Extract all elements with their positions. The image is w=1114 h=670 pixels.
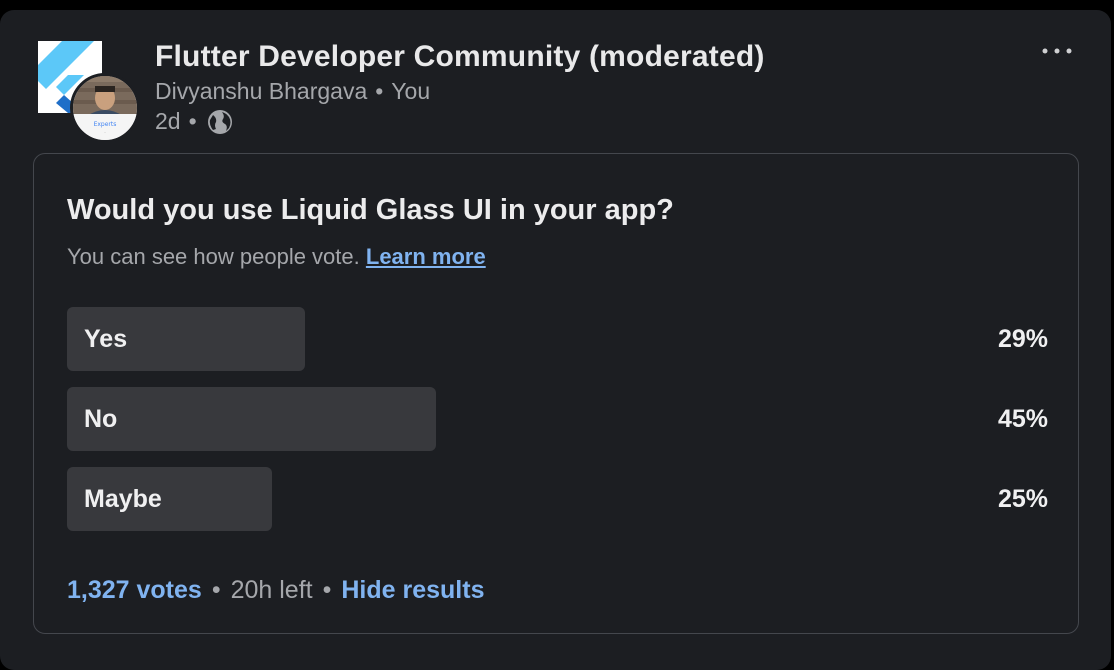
poll-footer: 1,327 votes • 20h left • Hide results: [67, 576, 484, 605]
separator: •: [211, 576, 221, 604]
poll-option-label: No: [84, 405, 118, 433]
poll-option-yes[interactable]: Yes 29%: [67, 307, 1048, 371]
poll-option-percent: 29%: [997, 325, 1048, 353]
learn-more-link[interactable]: Learn more: [366, 244, 486, 269]
avatar[interactable]: Experts ·: [70, 73, 140, 143]
separator: •: [322, 576, 332, 604]
poll-option-bar: [67, 387, 436, 451]
poll-option-label: Yes: [84, 325, 128, 353]
poll-question: Would you use Liquid Glass UI in your ap…: [67, 194, 674, 226]
poll-option-maybe[interactable]: Maybe 25%: [67, 467, 1048, 531]
post-meta: 2d •: [155, 108, 233, 135]
group-name[interactable]: Flutter Developer Community (moderated): [155, 40, 765, 74]
poll-option-label: Maybe: [84, 485, 162, 513]
poll-option-percent: 25%: [997, 485, 1048, 513]
poll-container: Would you use Liquid Glass UI in your ap…: [33, 153, 1079, 634]
svg-text:·: ·: [104, 130, 105, 135]
hide-results-button[interactable]: Hide results: [341, 576, 484, 605]
votes-count-link[interactable]: 1,327 votes: [67, 576, 202, 605]
author-name[interactable]: Divyanshu Bhargava: [155, 78, 367, 104]
poll-subtitle-text: You can see how people vote.: [67, 244, 360, 269]
globe-icon: [207, 109, 233, 135]
separator: •: [375, 78, 384, 104]
time-left: 20h left: [230, 576, 313, 604]
post-age[interactable]: 2d: [155, 108, 181, 135]
poll-option-no[interactable]: No 45%: [67, 387, 1048, 451]
author-relation: You: [391, 78, 431, 104]
avatar-badge-text: Experts: [94, 121, 117, 128]
separator: •: [188, 108, 197, 134]
post-card: Experts · Flutter Developer Community (m…: [0, 10, 1111, 670]
more-horizontal-icon: [1042, 48, 1072, 54]
poll-option-percent: 45%: [997, 405, 1048, 433]
poll-subtitle: You can see how people vote. Learn more: [67, 244, 486, 270]
author-line: Divyanshu Bhargava • You: [155, 78, 430, 105]
more-options-button[interactable]: [1040, 44, 1074, 58]
